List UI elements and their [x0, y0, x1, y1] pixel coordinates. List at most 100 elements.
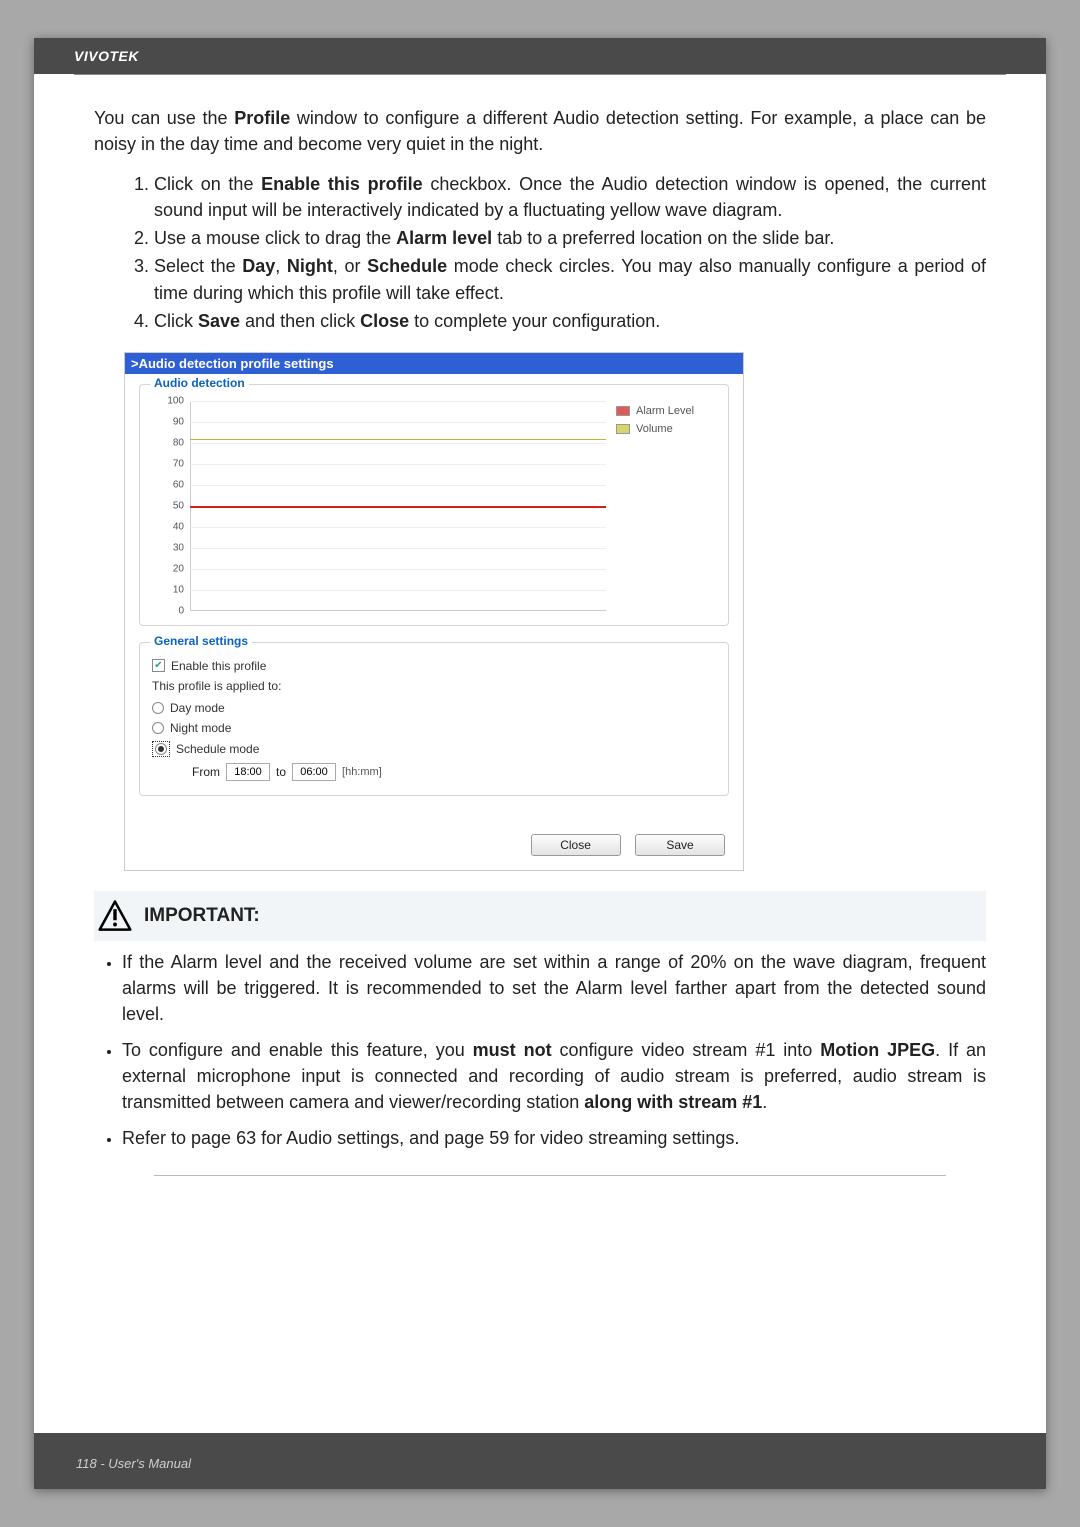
text: You can use the: [94, 108, 234, 128]
bottom-divider: [154, 1175, 946, 1176]
schedule-time-row: From to [hh:mm]: [192, 763, 716, 781]
y-tick-label: 50: [160, 500, 184, 511]
important-header: IMPORTANT:: [94, 891, 986, 941]
step-3: Select the Day, Night, or Schedule mode …: [154, 253, 986, 305]
grid-line: [190, 527, 606, 528]
chart-legend: Alarm Level Volume: [616, 395, 716, 611]
audio-detection-fieldset: Audio detection 0102030405060708090100 A…: [139, 384, 729, 626]
text-bold: Alarm level: [396, 228, 492, 248]
alarm-level-line[interactable]: [190, 506, 606, 508]
night-mode-row[interactable]: Night mode: [152, 721, 716, 735]
bullet-3: Refer to page 63 for Audio settings, and…: [122, 1125, 986, 1151]
enable-profile-checkbox[interactable]: ✔: [152, 659, 165, 672]
audio-chart[interactable]: 0102030405060708090100: [160, 401, 606, 611]
text-bold: Save: [198, 311, 240, 331]
grid-line: [190, 590, 606, 591]
y-tick-label: 40: [160, 521, 184, 532]
text-bold: Night: [287, 256, 333, 276]
text-bold: Motion JPEG: [820, 1040, 935, 1060]
step-1: Click on the Enable this profile checkbo…: [154, 171, 986, 223]
swatch-red-icon: [616, 406, 630, 416]
text-bold: Profile: [234, 108, 290, 128]
text: to complete your configuration.: [409, 311, 660, 331]
legend-volume-label: Volume: [636, 423, 673, 435]
important-bullets: If the Alarm level and the received volu…: [122, 949, 986, 1152]
text: Refer to page 63 for Audio settings, and…: [122, 1128, 739, 1148]
save-button[interactable]: Save: [635, 834, 725, 856]
enable-profile-label: Enable this profile: [171, 659, 266, 673]
bullet-2: To configure and enable this feature, yo…: [122, 1037, 986, 1115]
text-bold: Close: [360, 311, 409, 331]
text: , or: [333, 256, 367, 276]
button-row: Close Save: [125, 826, 743, 870]
grid-line: [190, 485, 606, 486]
profile-settings-screenshot: >Audio detection profile settings Audio …: [124, 352, 744, 871]
text: Use a mouse click to drag the: [154, 228, 396, 248]
volume-line: [190, 439, 606, 440]
grid-line: [190, 548, 606, 549]
grid-line: [190, 443, 606, 444]
night-mode-label: Night mode: [170, 721, 231, 735]
to-time-input[interactable]: [292, 763, 336, 781]
text-bold: Day: [242, 256, 275, 276]
text: If the Alarm level and the received volu…: [122, 952, 986, 1024]
text: tab to a preferred location on the slide…: [492, 228, 834, 248]
y-tick-label: 70: [160, 458, 184, 469]
general-settings-legend: General settings: [150, 634, 252, 648]
night-mode-radio[interactable]: [152, 722, 164, 734]
step-4: Click Save and then click Close to compl…: [154, 308, 986, 334]
content: You can use the Profile window to config…: [34, 75, 1046, 1176]
text-bold: Enable this profile: [261, 174, 422, 194]
y-tick-label: 60: [160, 479, 184, 490]
day-mode-label: Day mode: [170, 701, 225, 715]
text: Click on the: [154, 174, 261, 194]
text: .: [762, 1092, 767, 1112]
audio-detection-legend: Audio detection: [150, 376, 249, 390]
grid-line: [190, 464, 606, 465]
text: Select the: [154, 256, 242, 276]
footer-text: 118 - User's Manual: [76, 1456, 191, 1471]
from-label: From: [192, 765, 220, 779]
swatch-yellow-icon: [616, 424, 630, 434]
header-bar: VIVOTEK: [34, 38, 1046, 74]
panel-body: Audio detection 0102030405060708090100 A…: [125, 374, 743, 826]
text-bold: along with stream #1: [584, 1092, 762, 1112]
text-bold: Schedule: [367, 256, 447, 276]
general-settings-fieldset: General settings ✔ Enable this profile T…: [139, 642, 729, 796]
close-button[interactable]: Close: [531, 834, 621, 856]
applied-to-label: This profile is applied to:: [152, 679, 716, 693]
warning-icon: [98, 899, 132, 933]
step-2: Use a mouse click to drag the Alarm leve…: [154, 225, 986, 251]
text: Click: [154, 311, 198, 331]
y-tick-label: 80: [160, 437, 184, 448]
grid-line: [190, 569, 606, 570]
y-tick-label: 20: [160, 563, 184, 574]
legend-alarm: Alarm Level: [616, 405, 716, 417]
y-tick-label: 10: [160, 584, 184, 595]
y-tick-label: 30: [160, 542, 184, 553]
brand-label: VIVOTEK: [74, 48, 139, 64]
schedule-mode-label: Schedule mode: [176, 742, 259, 756]
text: configure video stream #1 into: [552, 1040, 821, 1060]
to-label: to: [276, 765, 286, 779]
text: To configure and enable this feature, yo…: [122, 1040, 473, 1060]
hhmm-hint: [hh:mm]: [342, 766, 382, 778]
legend-alarm-label: Alarm Level: [636, 405, 694, 417]
important-box: IMPORTANT:: [94, 891, 986, 941]
important-title: IMPORTANT:: [144, 905, 260, 927]
intro-paragraph: You can use the Profile window to config…: [94, 105, 986, 157]
y-tick-label: 0: [160, 605, 184, 616]
bullet-1: If the Alarm level and the received volu…: [122, 949, 986, 1027]
text: ,: [275, 256, 287, 276]
day-mode-radio[interactable]: [152, 702, 164, 714]
schedule-mode-row[interactable]: Schedule mode: [152, 741, 716, 757]
enable-profile-row[interactable]: ✔ Enable this profile: [152, 659, 716, 673]
grid-line: [190, 401, 606, 402]
day-mode-row[interactable]: Day mode: [152, 701, 716, 715]
text: and then click: [240, 311, 360, 331]
panel-title: >Audio detection profile settings: [125, 353, 743, 374]
schedule-mode-radio[interactable]: [155, 743, 167, 755]
from-time-input[interactable]: [226, 763, 270, 781]
page: VIVOTEK You can use the Profile window t…: [34, 38, 1046, 1489]
grid-line: [190, 422, 606, 423]
